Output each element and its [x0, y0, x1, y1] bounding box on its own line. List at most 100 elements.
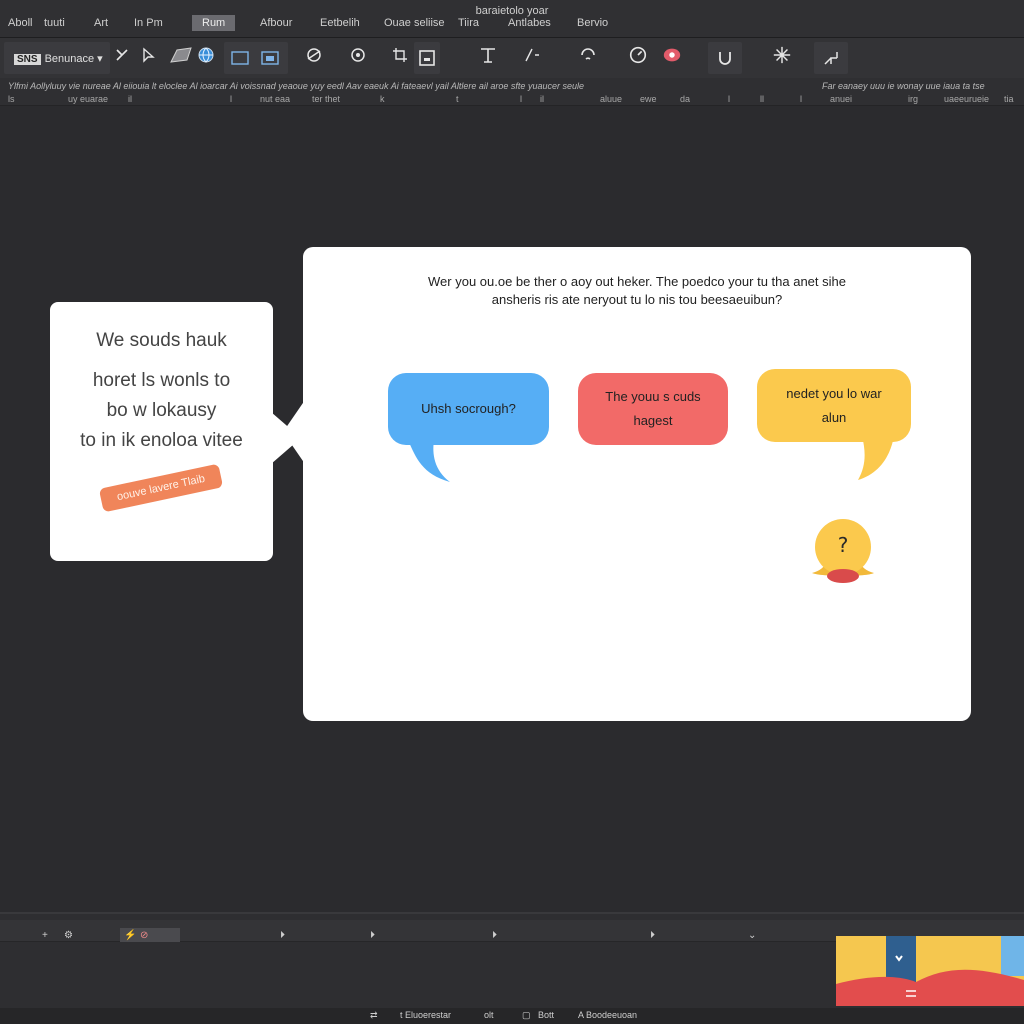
info-cell: aluue [600, 94, 623, 104]
timeline-tool-add[interactable]: + [42, 930, 48, 941]
answer-yellow-line-1: nedet you lo war [786, 385, 882, 401]
menu-item-2[interactable]: Art [94, 17, 108, 29]
timeline-tool-block[interactable]: ⊘ [140, 930, 148, 941]
info-cell: t [456, 94, 459, 104]
eye-icon[interactable] [348, 45, 368, 65]
menu-item-9[interactable]: Antlabes [508, 17, 551, 29]
answer-bubble-red[interactable]: The youu s cuds hagest [578, 373, 728, 445]
menu-item-5[interactable]: Afbour [260, 17, 292, 29]
timeline-marker[interactable]: ⏵ [650, 930, 655, 941]
left-card-line-1: We souds hauk [96, 330, 227, 351]
preview-thumbnail-image [836, 936, 1024, 1006]
preview-thumbnail[interactable] [836, 936, 1024, 1006]
info-cell: l [230, 94, 232, 104]
menu-item-1[interactable]: tuuti [44, 17, 65, 29]
info-cell: l [728, 94, 730, 104]
layers-icon[interactable] [304, 45, 324, 65]
undo-icon[interactable] [715, 48, 735, 68]
shape-icon[interactable] [168, 45, 194, 65]
left-speech-card[interactable]: We souds hauk horet ls wonls to bo w lok… [50, 302, 273, 561]
info-cell: ewe [640, 94, 657, 104]
answer-blue-text: Uhsh socrough? [421, 401, 516, 416]
info-strip: Ylfmi Aollyluuy vie nureae Al eiiouia lt… [0, 78, 1024, 106]
menu-item-4-active[interactable]: Rum [192, 15, 236, 31]
timeline-tool-settings[interactable]: ⚙ [64, 930, 73, 941]
status-item-1: t Eluoerestar [400, 1010, 452, 1020]
info-cell: ter thet [312, 94, 341, 104]
image-icon[interactable] [230, 48, 250, 68]
image-tools-group [224, 42, 288, 74]
timeline-marker[interactable]: ⏵ [280, 930, 285, 941]
info-cell: tia [1004, 94, 1014, 104]
info-cell: da [680, 94, 691, 104]
toolbar: SNS Benunace ▾ [0, 38, 1024, 78]
timeline-marker[interactable]: ⏵ [492, 930, 497, 941]
expand-group [814, 42, 848, 74]
info-cell: uy euarae [68, 94, 109, 104]
question-line-2: ansheris ris ate neryout tu lo nis tou b… [491, 292, 783, 307]
left-card-line-3: bo w lokausy [106, 400, 217, 421]
frame-icon[interactable] [260, 48, 280, 68]
answer-bubble-yellow[interactable]: nedet you lo war alun [757, 369, 911, 442]
info-cell: il [128, 94, 132, 104]
info-cell: ls [8, 94, 15, 104]
expand-icon[interactable] [821, 48, 841, 68]
status-bar: ⇄ t Eluoerestar olt ▢ Bott A Boodeeuoan [0, 1008, 1024, 1024]
timeline-tool-flash[interactable]: ⚡ [124, 930, 136, 941]
cursor-icon[interactable] [138, 45, 158, 65]
left-card-line-2: horet ls wonls to [92, 370, 231, 391]
crop-icon[interactable] [390, 45, 410, 65]
undo-group [708, 42, 742, 74]
answer-red-line-2: hagest [633, 413, 673, 428]
left-card-line-4: to in ik enoloa vitee [80, 430, 243, 451]
info-cell: anuei [830, 94, 853, 104]
text-tool-icon[interactable] [478, 45, 498, 65]
play-icon[interactable] [628, 45, 648, 65]
status-item-4: A Boodeeuoan [578, 1010, 638, 1020]
main-card-pointer [283, 400, 305, 464]
menu-item-0[interactable]: Aboll [8, 17, 32, 29]
timeline-marker[interactable]: ⌄ [748, 930, 756, 941]
status-item-3: Bott [538, 1010, 555, 1020]
font-badge: SNS [14, 54, 41, 65]
font-name: Benunace [44, 53, 95, 65]
yellow-bubble-tail [858, 436, 894, 480]
menu-item-3[interactable]: In Pm [134, 17, 163, 29]
menu-item-6[interactable]: Eetbelih [320, 17, 360, 29]
font-selector[interactable]: SNS Benunace ▾ [4, 42, 110, 74]
menu-item-7[interactable]: Ouae seliise [384, 17, 445, 29]
info-cell: l [800, 94, 802, 104]
question-line-1: Wer you ou.oe be ther o aoy out heker. T… [428, 274, 846, 289]
info-cell: il [540, 94, 544, 104]
info-cell: irg [908, 94, 919, 104]
timeline-marker[interactable]: ⏵ [370, 930, 375, 941]
menu-item-8[interactable]: Tiira [458, 17, 479, 29]
app-title: baraietolo yoar [475, 5, 549, 17]
globe-icon[interactable] [196, 45, 216, 65]
record-icon[interactable] [662, 45, 682, 65]
info-cell: ll [760, 94, 764, 104]
info-cell: l [520, 94, 522, 104]
blue-bubble-tail [408, 440, 450, 482]
answer-yellow-line-2: alun [821, 409, 847, 425]
status-box-icon: ▢ [522, 1010, 531, 1020]
audio-icon[interactable] [578, 45, 598, 65]
answer-bubble-blue[interactable]: Uhsh socrough? [388, 373, 549, 445]
status-arrow-icon: ⇄ [370, 1010, 378, 1020]
info-cell: nut eaa [260, 94, 291, 104]
text-box-icon[interactable] [417, 48, 437, 68]
line-tool-icon[interactable] [522, 45, 542, 65]
answer-red-line-1: The youu s cuds [605, 389, 701, 404]
info-text: Ylfmi Aollyluuy vie nureae Al eiiouia lt… [8, 81, 584, 91]
info-cell: uaeeurueie [944, 94, 990, 104]
text-box-group [414, 42, 440, 74]
status-item-2: olt [484, 1010, 494, 1020]
pen-tool-icon[interactable] [112, 45, 132, 65]
menu-item-10[interactable]: Bervio [577, 17, 608, 29]
settings-icon[interactable] [772, 45, 792, 65]
question-mark: ? [837, 533, 849, 557]
menu-bar: baraietolo yoar Aboll tuuti Art In Pm Ru… [0, 0, 1024, 38]
info-cell: k [380, 94, 385, 104]
info-text-right: Far eanaey uuu ie wonay uue iaua ta tse [822, 81, 985, 91]
question-mascot[interactable]: ? [810, 517, 876, 587]
